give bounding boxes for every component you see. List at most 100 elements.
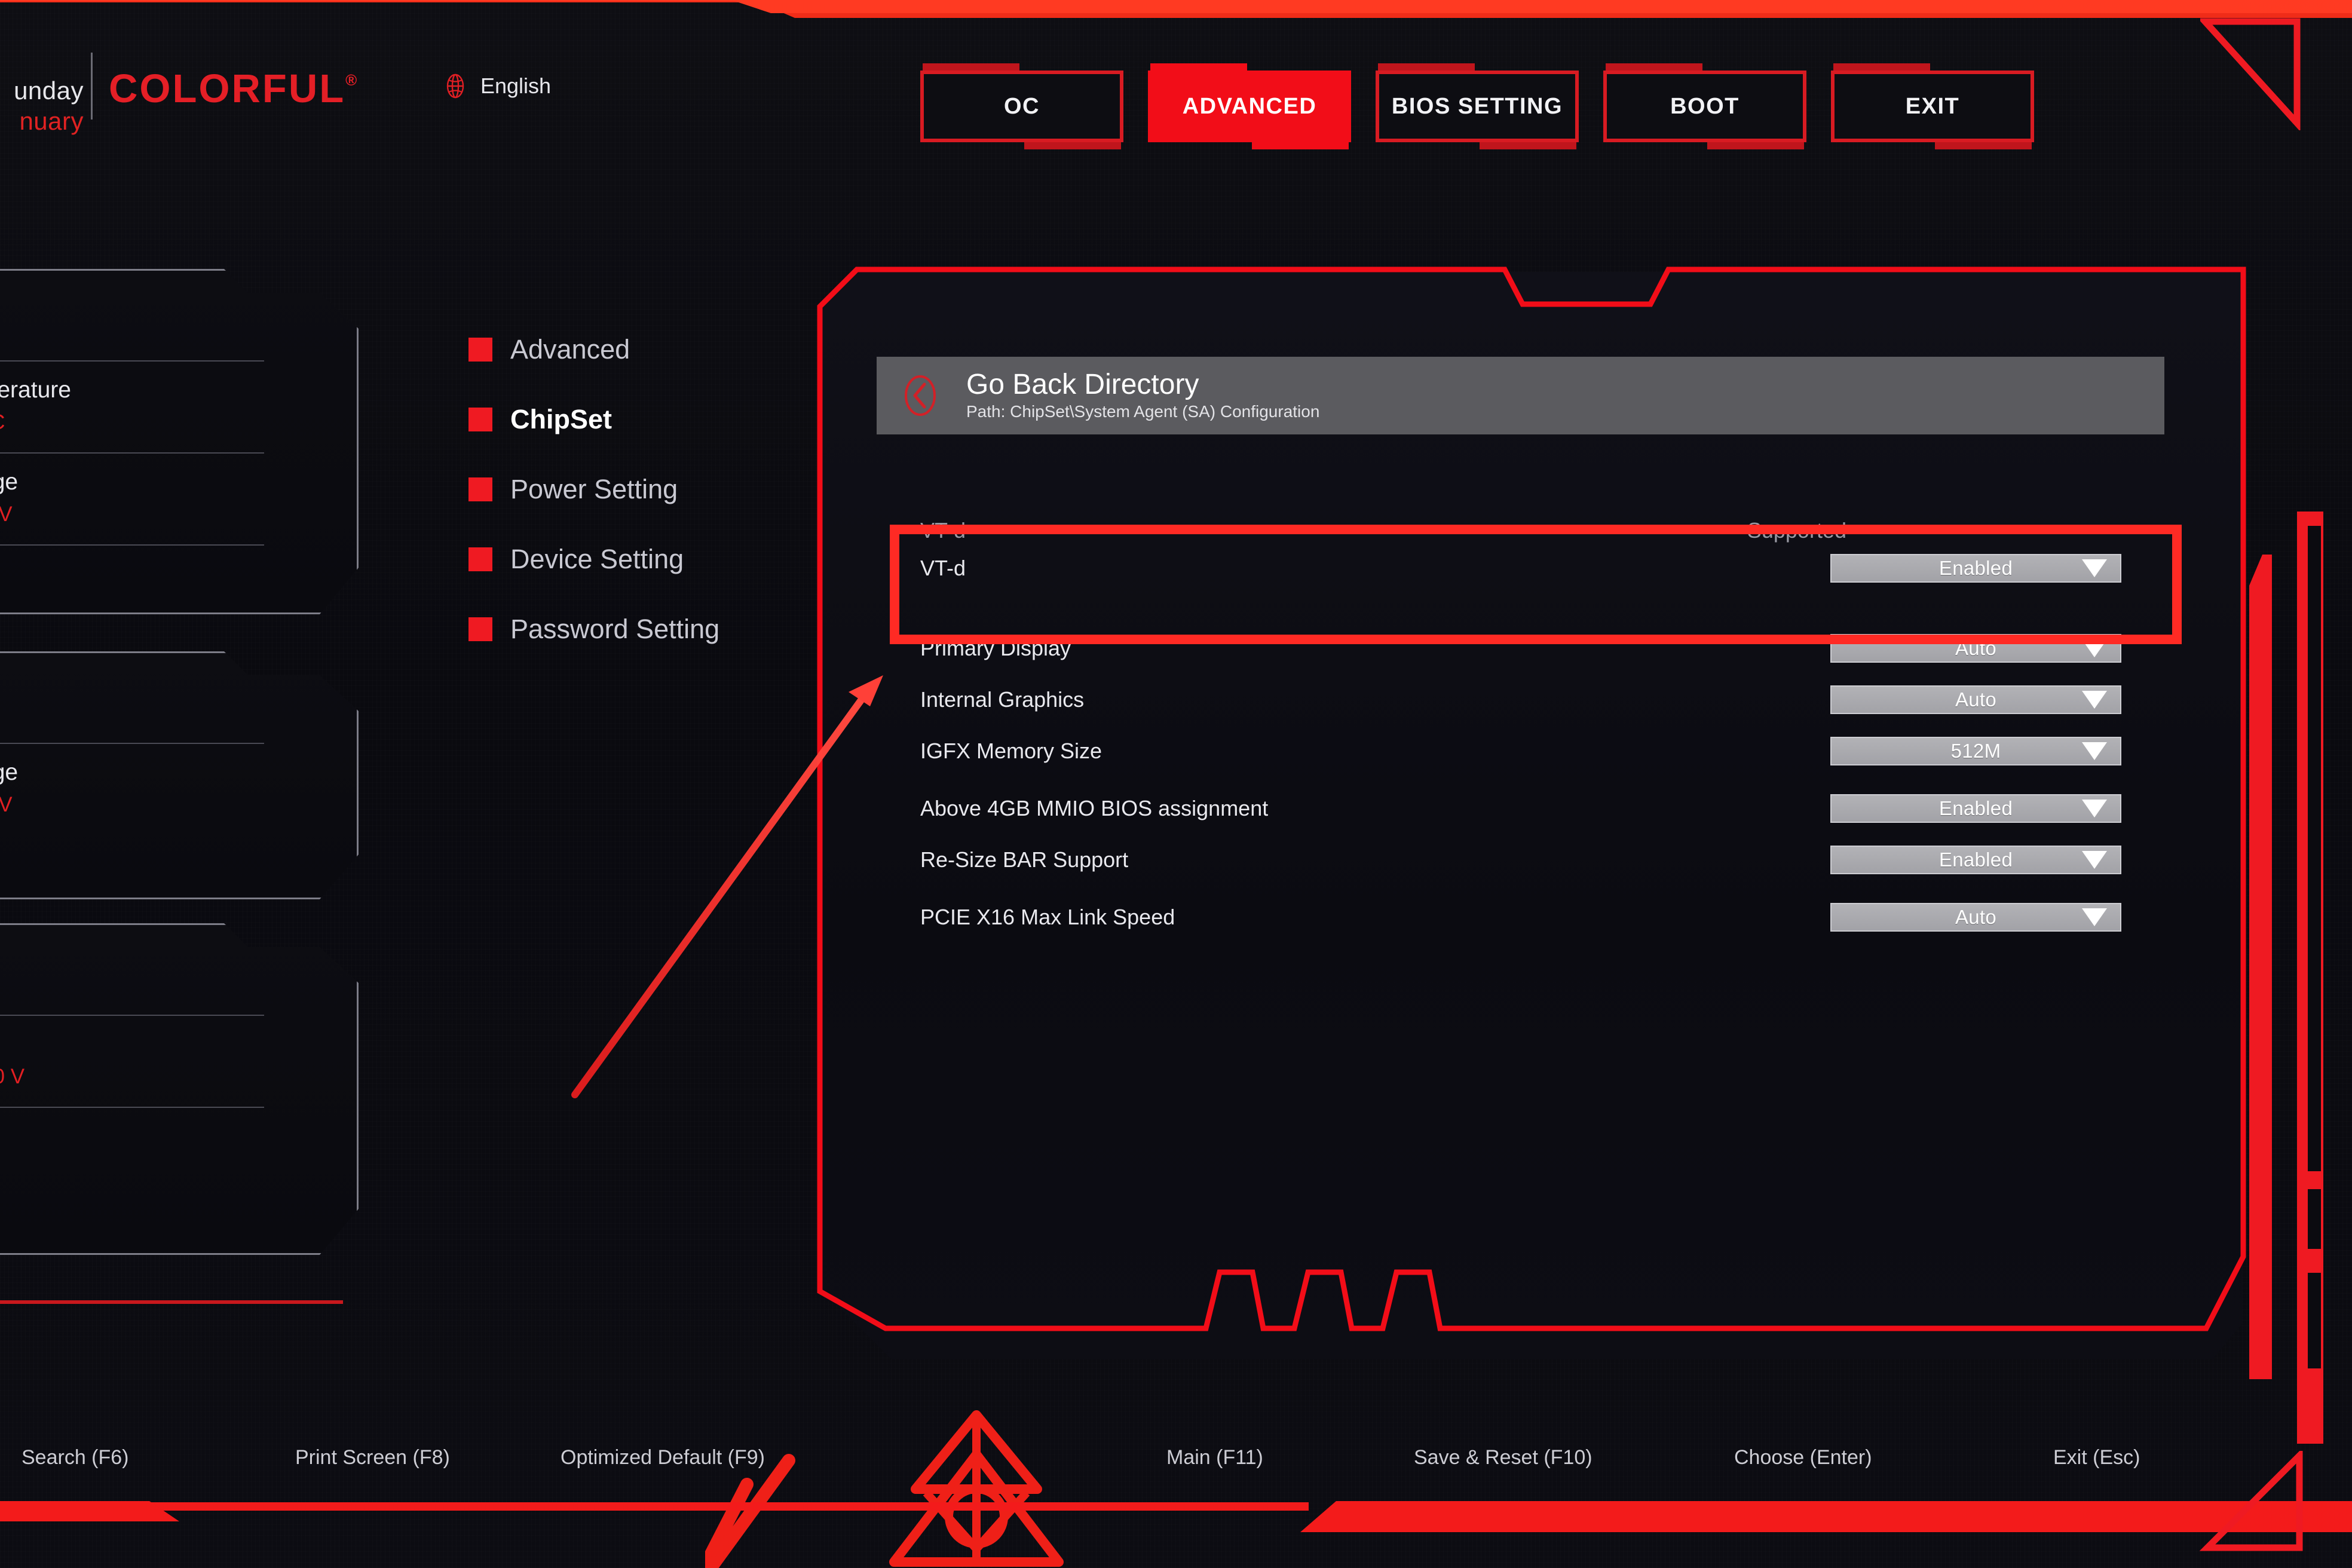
footer-key-optimized-default[interactable]: Optimized Default (F9) xyxy=(561,1446,765,1469)
footer-key-main[interactable]: Main (F11) xyxy=(1166,1446,1263,1469)
dropdown-value: Auto xyxy=(1955,637,1997,659)
tab-bios-setting[interactable]: BIOS SETTING xyxy=(1376,63,1579,149)
row-separator xyxy=(0,1107,264,1108)
bullet-square-icon xyxy=(468,408,492,431)
tab-tick-bottom xyxy=(1480,142,1576,149)
footer-red-wedge xyxy=(0,1501,179,1521)
section-menu: Advanced ChipSet Power Setting Device Se… xyxy=(468,327,719,677)
sensor-panel-memory: Voltage 1.100 V xyxy=(0,651,359,899)
footer-key-choose[interactable]: Choose (Enter) xyxy=(1734,1446,1872,1469)
go-back-directory-bar[interactable]: Go Back Directory Path: ChipSet\System A… xyxy=(877,357,2164,434)
setting-label: Internal Graphics xyxy=(920,687,1085,712)
setting-dropdown-pcie-x16-max-link-speed[interactable]: Auto xyxy=(1830,903,2121,932)
tab-exit[interactable]: EXIT xyxy=(1831,63,2034,149)
sensor-row-voltage: Voltage 1.100 V xyxy=(0,743,359,835)
setting-dropdown-internal-graphics[interactable]: Auto xyxy=(1830,685,2121,714)
directory-path: Path: ChipSet\System Agent (SA) Configur… xyxy=(966,402,1320,421)
sensor-rows: Voltage 1.100 V xyxy=(0,653,359,835)
right-decor-cut-3 xyxy=(2308,1273,2321,1368)
chevron-down-icon xyxy=(2082,908,2107,926)
row-separator xyxy=(0,743,264,744)
tab-label: BOOT xyxy=(1670,93,1740,119)
footer-key-exit[interactable]: Exit (Esc) xyxy=(2053,1446,2140,1469)
language-selector[interactable]: English xyxy=(442,73,551,99)
directory-texts: Go Back Directory Path: ChipSet\System A… xyxy=(966,369,1320,421)
menu-item-label: Password Setting xyxy=(510,614,720,644)
setting-label: Re-Size BAR Support xyxy=(920,847,1129,872)
setting-dropdown-resize-bar[interactable]: Enabled xyxy=(1830,846,2121,874)
sensor-value: 1.100 V xyxy=(0,793,13,816)
setting-label: IGFX Memory Size xyxy=(920,739,1102,763)
setting-row-pcie-x16-max-link-speed: PCIE X16 Max Link Speed Auto xyxy=(920,892,2121,943)
tab-tick-top xyxy=(1150,63,1247,71)
chevron-down-icon xyxy=(2082,800,2107,817)
row-separator xyxy=(0,452,264,454)
tab-label: EXIT xyxy=(1905,93,1960,119)
sensor-name: Temperature xyxy=(0,377,71,403)
setting-label: PCIE X16 Max Link Speed xyxy=(920,905,1175,929)
bullet-square-icon xyxy=(468,617,492,641)
chevron-down-icon xyxy=(2082,559,2107,577)
dropdown-value: 512M xyxy=(1950,740,2001,762)
menu-item-password-setting[interactable]: Password Setting xyxy=(468,607,719,651)
system-datetime: unday nuary xyxy=(0,75,84,136)
setting-row-above-4gb-mmio: Above 4GB MMIO BIOS assignment Enabled xyxy=(920,783,2121,834)
tab-label: OC xyxy=(1004,93,1040,119)
setting-dropdown-primary-display[interactable]: Auto xyxy=(1830,634,2121,663)
setting-row-primary-display: Primary Display Auto xyxy=(920,623,2121,674)
sensor-rows: Temperature +44 °C Voltage 1.342 V xyxy=(0,271,359,546)
tab-tick-top xyxy=(1606,63,1702,71)
sensor-row-spacer xyxy=(0,925,359,1015)
menu-item-advanced[interactable]: Advanced xyxy=(468,327,719,372)
sensor-row-voltage: Voltage 1.342 V xyxy=(0,452,359,544)
footer-key-search[interactable]: Search (F6) xyxy=(22,1446,129,1469)
row-separator xyxy=(0,360,264,362)
dropdown-value: Auto xyxy=(1955,688,1997,710)
sensor-rows: +5V +5.000 V xyxy=(0,925,359,1108)
brand-logo: COLORFUL® xyxy=(109,66,359,112)
dropdown-value: Enabled xyxy=(1938,797,2013,819)
setting-row-internal-graphics: Internal Graphics Auto xyxy=(920,674,2121,725)
row-separator xyxy=(0,1015,264,1016)
footer-red-line-left xyxy=(0,1502,1309,1511)
menu-item-device-setting[interactable]: Device Setting xyxy=(468,537,719,581)
footer-key-save-and-reset[interactable]: Save & Reset (F10) xyxy=(1414,1446,1592,1469)
setting-dropdown-above-4gb-mmio[interactable]: Enabled xyxy=(1830,794,2121,823)
menu-item-chipset[interactable]: ChipSet xyxy=(468,397,719,442)
tab-tick-bottom xyxy=(1935,142,2032,149)
dropdown-value: Enabled xyxy=(1938,557,2013,579)
setting-dropdown-igfx-memory-size[interactable]: 512M xyxy=(1830,737,2121,765)
tab-advanced[interactable]: ADVANCED xyxy=(1148,63,1351,149)
setting-dropdown-vtd[interactable]: Enabled xyxy=(1830,554,2121,583)
sensor-row-5v: +5V +5.000 V xyxy=(0,1015,359,1107)
setting-label: Primary Display xyxy=(920,636,1071,660)
footer-key-print-screen[interactable]: Print Screen (F8) xyxy=(295,1446,450,1469)
right-decor-cut-1 xyxy=(2308,526,2321,1171)
row-separator xyxy=(0,544,264,546)
tab-tick-top xyxy=(1378,63,1475,71)
sensor-row-spacer xyxy=(0,271,359,360)
menu-item-power-setting[interactable]: Power Setting xyxy=(468,467,719,512)
bios-screen: unday nuary COLORFUL® English OC ADVANCE… xyxy=(0,0,2352,1568)
dropdown-value: Enabled xyxy=(1938,849,2013,871)
menu-item-label: Device Setting xyxy=(510,544,684,574)
system-day: unday xyxy=(14,76,84,105)
sensor-value: +5.000 V xyxy=(0,1065,25,1088)
menu-item-label: Advanced xyxy=(510,334,630,365)
chevron-down-icon xyxy=(2082,639,2107,657)
chevron-down-icon xyxy=(2082,691,2107,709)
system-month: nuary xyxy=(19,107,84,136)
tab-boot[interactable]: BOOT xyxy=(1603,63,1806,149)
globe-icon xyxy=(446,74,464,99)
settings-list: VT-d Enabled Primary Display Auto Intern… xyxy=(920,514,2121,943)
footer-shortcut-keys: Search (F6) Print Screen (F8) Optimized … xyxy=(0,1446,2352,1494)
bullet-square-icon xyxy=(468,547,492,571)
setting-row-vtd: VT-d Enabled xyxy=(920,543,2121,594)
tab-tick-bottom xyxy=(1252,142,1349,149)
right-decor-bar-outer xyxy=(2249,555,2272,1379)
tab-oc[interactable]: OC xyxy=(920,63,1123,149)
chevron-down-icon xyxy=(2082,742,2107,760)
